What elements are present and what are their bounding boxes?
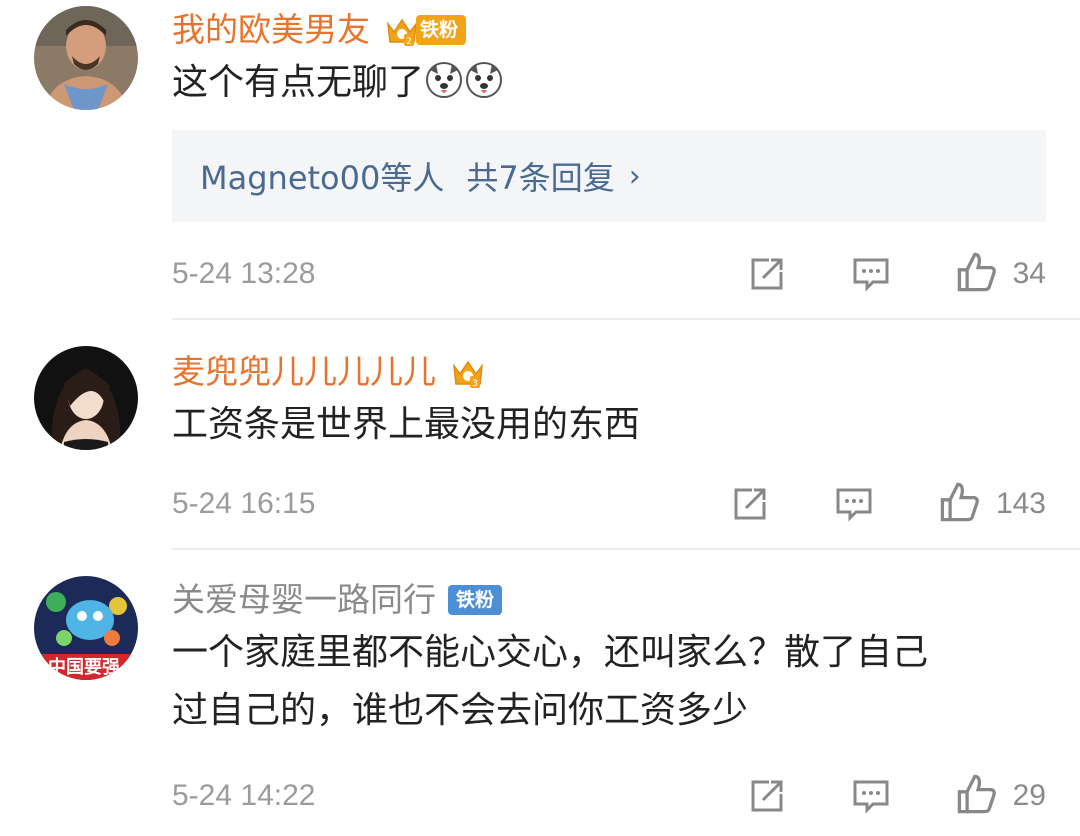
- comment-body-line: 过自己的，谁也不会去问你工资多少: [172, 690, 749, 731]
- like-button[interactable]: 34: [955, 250, 1046, 298]
- like-button[interactable]: 143: [938, 480, 1046, 528]
- comment-body-line: 一个家庭里都不能心交心，还叫家么？散了自己: [172, 632, 929, 673]
- action-bar: 34: [683, 250, 1046, 298]
- avatar-image: [34, 346, 138, 450]
- fan-label: 铁粉: [448, 585, 503, 615]
- crown-icon: 3: [448, 352, 488, 392]
- timestamp: 5-24 16:15: [172, 487, 316, 520]
- like-button[interactable]: 29: [955, 772, 1046, 820]
- timestamp: 5-24 13:28: [172, 257, 316, 290]
- username[interactable]: 我的欧美男友: [172, 8, 370, 52]
- action-bar: 143: [666, 480, 1046, 528]
- share-icon[interactable]: [747, 254, 787, 294]
- avatar[interactable]: [34, 346, 138, 450]
- divider: [172, 548, 1080, 550]
- svg-text:2: 2: [406, 37, 412, 47]
- comment-icon[interactable]: [834, 484, 874, 524]
- reply-summary[interactable]: Magneto00等人 共7条回复 ›: [172, 130, 1046, 222]
- fan-badge[interactable]: 铁粉: [448, 580, 503, 620]
- thumbs-up-icon: [938, 480, 982, 528]
- like-count: 143: [995, 487, 1046, 520]
- username[interactable]: 麦兜兜儿儿儿儿儿: [172, 350, 436, 394]
- timestamp: 5-24 14:22: [172, 779, 316, 812]
- fan-badge[interactable]: 3: [448, 352, 488, 392]
- username[interactable]: 关爱母婴一路同行: [172, 578, 436, 622]
- avatar[interactable]: [34, 6, 138, 110]
- avatar-text: 中国要强: [48, 656, 120, 678]
- like-count: 34: [1012, 257, 1046, 290]
- share-icon[interactable]: [730, 484, 770, 524]
- comment-icon[interactable]: [851, 254, 891, 294]
- svg-text:3: 3: [472, 379, 478, 389]
- dog-emoji-icon: [424, 60, 464, 100]
- fan-label: 铁粉: [416, 15, 467, 45]
- comment-body: 这个有点无聊了: [172, 62, 425, 103]
- reply-users: Magneto00等人: [200, 159, 445, 197]
- thumbs-up-icon: [955, 772, 999, 820]
- avatar[interactable]: 中国要强: [34, 576, 138, 680]
- avatar-image: 中国要强: [34, 576, 138, 680]
- reply-count: 共7条回复: [466, 159, 615, 197]
- comment-text: 这个有点无聊了: [172, 54, 1046, 112]
- like-count: 29: [1012, 779, 1046, 812]
- fan-badge[interactable]: 2 铁粉: [382, 10, 467, 50]
- divider: [172, 318, 1080, 320]
- comment-list: 我的欧美男友 2 铁粉 这个有点无聊了 Magneto00等人 共7条回复 › …: [0, 0, 1080, 836]
- dog-emoji-icon: [464, 60, 504, 100]
- action-bar: 29: [683, 772, 1046, 820]
- comment-text: 一个家庭里都不能心交心，还叫家么？散了自己 过自己的，谁也不会去问你工资多少: [172, 624, 1046, 740]
- share-icon[interactable]: [747, 776, 787, 816]
- comment-icon[interactable]: [851, 776, 891, 816]
- comment-text: 工资条是世界上最没用的东西: [172, 396, 1046, 454]
- chevron-right-icon: ›: [628, 158, 641, 194]
- comment-body: 工资条是世界上最没用的东西: [172, 404, 641, 445]
- thumbs-up-icon: [955, 250, 999, 298]
- avatar-image: [34, 6, 138, 110]
